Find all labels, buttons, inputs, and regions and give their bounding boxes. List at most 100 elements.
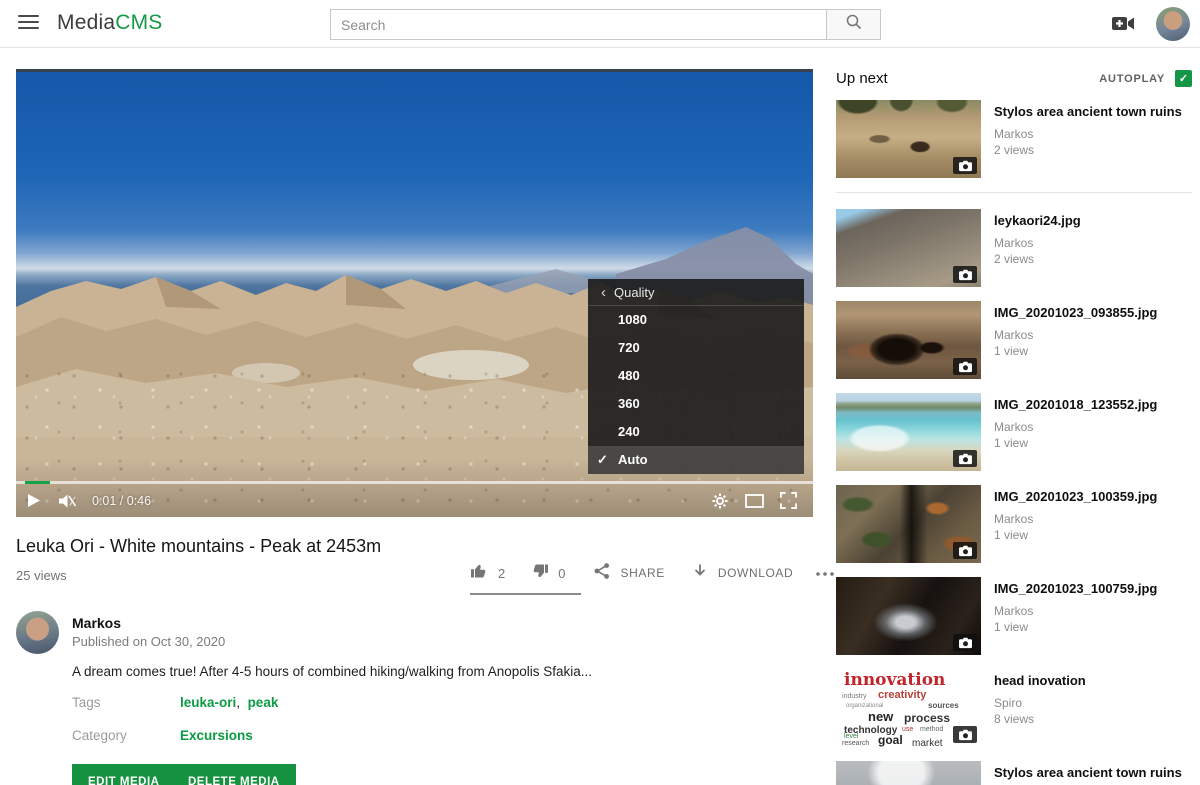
camera-icon xyxy=(953,358,977,375)
item-info: IMG_20201023_100359.jpg Markos 1 view xyxy=(994,485,1157,563)
item-info: IMG_20201023_100759.jpg Markos 1 view xyxy=(994,577,1157,655)
thumbnail-leykaori[interactable] xyxy=(836,209,981,287)
up-next-item-3[interactable]: IMG_20201023_093855.jpg Markos 1 view xyxy=(836,301,1192,379)
search-input[interactable] xyxy=(330,9,826,40)
wordcloud-word: goal xyxy=(878,733,903,747)
share-icon xyxy=(593,562,611,585)
logo-cms-text: CMS xyxy=(115,11,162,34)
video-description: A dream comes true! After 4-5 hours of c… xyxy=(72,664,712,679)
search-button[interactable] xyxy=(826,9,881,40)
item-views: 1 view xyxy=(994,527,1157,543)
quality-option-720[interactable]: 720 xyxy=(588,334,804,362)
up-next-list: Stylos area ancient town ruins Markos 2 … xyxy=(836,100,1192,785)
item-title: IMG_20201023_100359.jpg xyxy=(994,489,1157,504)
video-title: Leuka Ori - White mountains - Peak at 24… xyxy=(16,536,381,557)
video-player[interactable]: ‹ Quality 1080 720 480 360 240 ✓ Auto 0: xyxy=(16,69,813,517)
view-count: 25 views xyxy=(16,568,67,583)
author-name[interactable]: Markos xyxy=(72,615,121,631)
quality-option-360[interactable]: 360 xyxy=(588,390,804,418)
up-next-item-6[interactable]: IMG_20201023_100759.jpg Markos 1 view xyxy=(836,577,1192,655)
quality-option-auto-label: Auto xyxy=(618,452,648,467)
quality-option-240[interactable]: 240 xyxy=(588,418,804,446)
thumbnail-dark-cave[interactable] xyxy=(836,577,981,655)
thumbnail-cliff[interactable] xyxy=(836,485,981,563)
author-avatar[interactable] xyxy=(16,611,59,654)
camera-icon xyxy=(953,634,977,651)
theater-mode-icon[interactable] xyxy=(737,484,771,517)
play-button[interactable] xyxy=(16,484,50,517)
quality-option-auto-selected[interactable]: ✓ Auto xyxy=(588,446,804,474)
tags-values: leuka-ori, peak xyxy=(180,695,278,710)
thumbnail-stylos-ruins[interactable] xyxy=(836,100,981,178)
dislike-button[interactable]: 0 xyxy=(530,562,565,585)
item-views: 1 view xyxy=(994,619,1157,635)
share-button[interactable]: SHARE xyxy=(593,562,664,585)
up-next-item-7[interactable]: innovation industry creativity organizat… xyxy=(836,669,1192,747)
wordcloud-word: research xyxy=(842,740,869,747)
item-title: head inovation xyxy=(994,673,1086,688)
thumbnail-beach-lagoon[interactable] xyxy=(836,393,981,471)
quality-menu: ‹ Quality 1080 720 480 360 240 ✓ Auto xyxy=(588,279,804,474)
thumbnail-cave-house[interactable] xyxy=(836,301,981,379)
action-bar: 2 0 SHARE DOWNLOAD xyxy=(470,558,835,588)
up-next-item-5[interactable]: IMG_20201023_100359.jpg Markos 1 view xyxy=(836,485,1192,563)
thumbs-up-icon xyxy=(470,562,489,585)
up-next-item-1[interactable]: Stylos area ancient town ruins Markos 2 … xyxy=(836,100,1192,178)
wordcloud-word: use xyxy=(902,726,913,733)
more-options-button[interactable] xyxy=(815,564,835,582)
download-button[interactable]: DOWNLOAD xyxy=(691,562,793,585)
controls-right xyxy=(703,484,813,517)
item-info: IMG_20201023_093855.jpg Markos 1 view xyxy=(994,301,1157,379)
item-views: 8 views xyxy=(994,711,1086,727)
item-views: 2 views xyxy=(994,251,1081,267)
time-display: 0:01 / 0:46 xyxy=(92,494,151,508)
item-author: Markos xyxy=(994,603,1157,619)
wordcloud-word: innovation xyxy=(844,670,945,690)
quality-option-480[interactable]: 480 xyxy=(588,362,804,390)
like-dislike-underline xyxy=(470,593,581,595)
edit-media-button[interactable]: EDIT MEDIA xyxy=(72,764,175,785)
up-next-item-2[interactable]: leykaori24.jpg Markos 2 views xyxy=(836,209,1192,287)
tags-label: Tags xyxy=(72,695,101,710)
top-navbar: MediaCMS xyxy=(0,0,1200,48)
site-logo[interactable]: MediaCMS xyxy=(57,11,162,35)
category-label: Category xyxy=(72,728,127,743)
autoplay-label: AUTOPLAY xyxy=(1099,73,1165,85)
category-link-excursions[interactable]: Excursions xyxy=(180,728,253,743)
thumbnail-wordcloud[interactable]: innovation industry creativity organizat… xyxy=(836,669,981,747)
dislike-count: 0 xyxy=(558,566,565,581)
mute-icon[interactable] xyxy=(50,484,84,517)
thumbnail-misty-mountain[interactable] xyxy=(836,761,981,785)
quality-option-1080[interactable]: 1080 xyxy=(588,306,804,334)
share-label: SHARE xyxy=(620,566,664,580)
wordcloud-word: method xyxy=(920,726,943,733)
check-icon: ✓ xyxy=(597,446,608,474)
camera-icon xyxy=(953,450,977,467)
like-button[interactable]: 2 xyxy=(470,562,505,585)
tag-link-peak[interactable]: peak xyxy=(248,695,279,710)
search-bar xyxy=(330,9,881,40)
video-controls: 0:01 / 0:46 xyxy=(16,484,813,517)
download-icon xyxy=(691,562,709,585)
ellipsis-icon xyxy=(815,564,835,582)
quality-menu-back[interactable]: ‹ Quality xyxy=(588,279,804,306)
quality-menu-title: Quality xyxy=(614,285,654,300)
like-count: 2 xyxy=(498,566,505,581)
item-info: Stylos area ancient town ruins xyxy=(994,761,1182,785)
settings-gear-icon[interactable] xyxy=(703,484,737,517)
delete-media-button[interactable]: DELETE MEDIA xyxy=(172,764,296,785)
item-title: Stylos area ancient town ruins xyxy=(994,765,1182,780)
camera-icon xyxy=(953,266,977,283)
user-avatar[interactable] xyxy=(1156,7,1190,41)
video-camera-plus-icon xyxy=(1112,19,1135,36)
up-next-item-8[interactable]: Stylos area ancient town ruins xyxy=(836,761,1192,785)
upload-media-button[interactable] xyxy=(1112,15,1135,37)
autoplay-checkbox[interactable]: ✓ xyxy=(1175,70,1192,87)
menu-icon[interactable] xyxy=(18,15,39,32)
tag-link-leuka-ori[interactable]: leuka-ori xyxy=(180,695,236,710)
up-next-item-4[interactable]: IMG_20201018_123552.jpg Markos 1 view xyxy=(836,393,1192,471)
item-author: Markos xyxy=(994,126,1182,142)
item-author: Markos xyxy=(994,327,1157,343)
fullscreen-icon[interactable] xyxy=(771,484,805,517)
item-title: IMG_20201023_093855.jpg xyxy=(994,305,1157,320)
